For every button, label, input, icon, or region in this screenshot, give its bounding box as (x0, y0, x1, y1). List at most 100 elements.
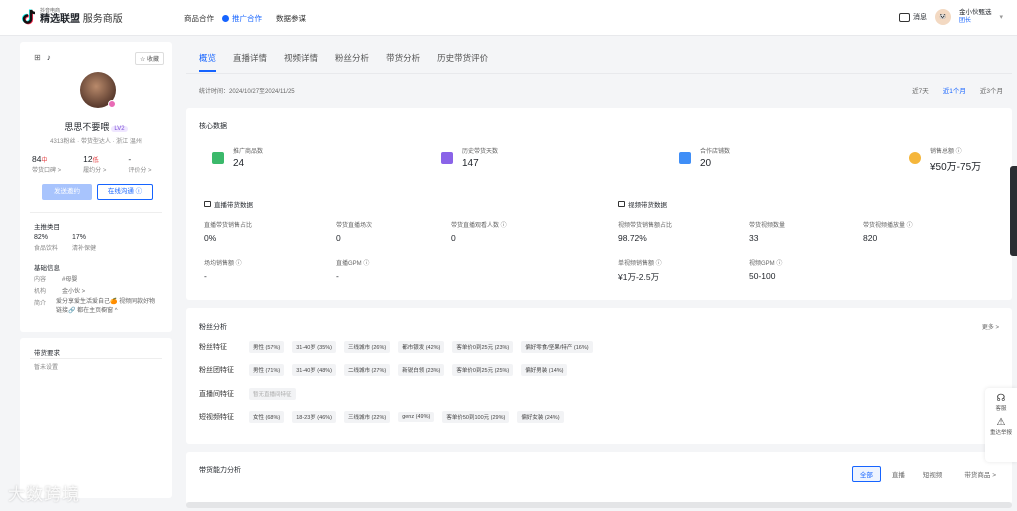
requirements-card: 带货要求 暂未设置 (20, 338, 172, 498)
tab-divider (186, 73, 1012, 74)
nav-product-coop[interactable]: 商品合作 (184, 13, 214, 24)
video-plays: 带货视频播放量 ⓘ 820 (863, 223, 913, 243)
profile-meta: 4313粉丝 · 带货型达人 · 浙江 温州 (50, 139, 142, 145)
tab-reviews[interactable]: 历史带货评价 (437, 52, 488, 64)
brand-sub: 服务商版 (82, 14, 123, 25)
tag: 都市银发 (42%) (398, 341, 445, 353)
info-icon: ⓘ (135, 188, 143, 195)
live-data-title: 直播带货数据 (204, 199, 253, 209)
detail-tabs: 概览 直播详情 视频详情 粉丝分析 带货分析 历史带货评价 (199, 52, 488, 72)
tag: genz (49%) (398, 412, 435, 422)
seg-live[interactable]: 直播 (885, 467, 912, 481)
video-count: 带货视频数量 33 (749, 223, 786, 243)
tab-live[interactable]: 直播详情 (233, 52, 267, 64)
range-selector: 近7天 近1个月 近3个月 (912, 85, 1003, 95)
live-sessions: 带货直播场次 0 (336, 223, 373, 243)
favorite-button[interactable]: ☆ 收藏 (134, 52, 164, 65)
tag: 三线城市 (22%) (343, 411, 391, 423)
fans-more-link[interactable]: 更多 > (982, 322, 999, 331)
category-item: 82% 食品饮料 (34, 234, 59, 252)
message-button[interactable]: 消息 (898, 12, 927, 22)
fan-row-shortvideo: 短视频特征 女性 (68%) 18-23岁 (46%) 三线城市 (22%) g… (199, 411, 564, 423)
info-agency[interactable]: 机构 金小伙 > (34, 286, 85, 295)
tag: 男性 (71%) (249, 364, 285, 376)
tag: 客单价0到25元 (23%) (452, 341, 514, 353)
nav-promo-coop[interactable]: 推广合作 (222, 13, 262, 24)
core-item-sales: 销售总额 ⓘ ¥50万-75万 (909, 146, 981, 173)
brand-logo[interactable]: 抖音电商 精选联盟 服务商版 (22, 8, 123, 25)
fans-title: 粉丝分析 (199, 324, 227, 331)
headset-icon[interactable]: ☊ (985, 393, 1017, 404)
seg-shortvideo[interactable]: 短视频 (916, 467, 950, 481)
ability-more-link[interactable]: 带货商品 > (957, 467, 1003, 481)
product-icon (212, 152, 224, 164)
stat-time: 统计时间：2024/10/27至2024/11/25 (199, 89, 295, 95)
user-avatar[interactable]: 🐼 (934, 9, 951, 25)
tag: 二线城市 (27%) (343, 364, 391, 376)
side-panel-handle[interactable] (1010, 166, 1017, 256)
requirements-value: 暂未设置 (34, 365, 59, 371)
level-badge: LV2 (111, 126, 128, 132)
calendar-icon (441, 152, 453, 164)
tab-fans[interactable]: 粉丝分析 (335, 52, 369, 64)
live-icon (204, 201, 211, 207)
tag: 客单价50到100元 (29%) (442, 411, 510, 423)
live-avg-sales: 场均销售额 ⓘ - (204, 261, 242, 281)
basic-info-title: 基础信息 (34, 265, 60, 272)
top-bar: 抖音电商 精选联盟 服务商版 商品合作 推广合作 数据参谋 消息 🐼 金小伙甄选… (0, 0, 1017, 36)
core-item-products: 推广商品数 24 (212, 146, 263, 169)
report-button[interactable]: 重达举报 (985, 428, 1017, 436)
send-invite-button[interactable]: 发送邀约 (42, 184, 92, 200)
live-viewers: 带货直播观看人数 ⓘ 0 (451, 223, 507, 243)
tag: 男性 (57%) (249, 341, 285, 353)
profile-card: ⊞ ♪ ☆ 收藏 思思不要喂 LV2 4313粉丝 · 带货型达人 · 浙江 温州… (20, 42, 172, 332)
category-item: 17% 清补保健 (72, 234, 97, 252)
shop-icon (679, 152, 691, 164)
range-1m[interactable]: 近1个月 (943, 85, 966, 95)
gender-badge-icon (108, 100, 116, 108)
range-7d[interactable]: 近7天 (912, 85, 929, 95)
active-dot-icon (222, 15, 229, 22)
stat-fulfillment[interactable]: 12低 履约分 > (83, 154, 106, 174)
warning-icon[interactable]: ⚠ (985, 417, 1017, 428)
core-item-shops: 合作店铺数 20 (679, 146, 730, 169)
ability-segment: 全部 直播 短视频 带货商品 > (851, 466, 1003, 482)
tab-video[interactable]: 视频详情 (284, 52, 318, 64)
ability-title: 带货能力分析 (199, 467, 241, 474)
tag: 三线城市 (26%) (343, 341, 391, 353)
info-intro: 简介 爱分享爱生活爱自己🍊 视频同款好物链接🔗 都在主页橱窗 ^ (34, 299, 156, 314)
video-avg-sales: 单视频销售额 ⓘ ¥1万-2.5万 (618, 261, 662, 282)
tag: 31-40岁 (48%) (292, 364, 336, 376)
tag: 暂无直播间特征 (249, 388, 296, 400)
message-icon (898, 12, 910, 22)
tab-sales[interactable]: 带货分析 (386, 52, 420, 64)
profile-name: 思思不要喂 LV2 (20, 120, 172, 133)
service-button[interactable]: 客服 (985, 404, 1017, 412)
horizontal-scrollbar[interactable] (186, 502, 1012, 508)
tag: 18-23岁 (46%) (292, 411, 336, 423)
chevron-down-icon[interactable]: ▾ (999, 13, 1003, 21)
tag: 偏好零食/坚果/特产 (16%) (521, 341, 593, 353)
stat-reputation[interactable]: 84中 带货口碑 > (32, 154, 61, 174)
online-chat-button[interactable]: 在线沟通 ⓘ (97, 184, 153, 200)
brand-title: 精选联盟 服务商版 (40, 14, 123, 25)
watermark: 大数跨境 (8, 485, 80, 504)
divider (30, 358, 162, 359)
user-menu[interactable]: 金小伙甄选 团长 (959, 9, 992, 25)
grid-icon[interactable]: ⊞ (34, 53, 41, 62)
tab-overview[interactable]: 概览 (199, 52, 217, 72)
fans-card: 粉丝分析 (186, 308, 1012, 444)
nav-data-advisor[interactable]: 数据参谋 (276, 13, 306, 24)
fan-row-club: 粉丝团特征 男性 (71%) 31-40岁 (48%) 二线城市 (27%) 新… (199, 364, 568, 376)
tag: 新锐白领 (23%) (398, 364, 445, 376)
top-right: 消息 🐼 金小伙甄选 团长 ▾ (898, 9, 1003, 25)
money-icon (909, 152, 921, 164)
video-icon (618, 201, 625, 207)
main-category-title: 主推类目 (34, 224, 60, 231)
tiktok-small-icon: ♪ (46, 53, 51, 62)
range-3m[interactable]: 近3个月 (980, 85, 1003, 95)
stat-review[interactable]: - 评价分 > (128, 154, 151, 174)
seg-all[interactable]: 全部 (851, 466, 881, 482)
core-item-days: 历史带货天数 147 (441, 146, 498, 169)
tag: 客单价0到25元 (25%) (452, 364, 514, 376)
